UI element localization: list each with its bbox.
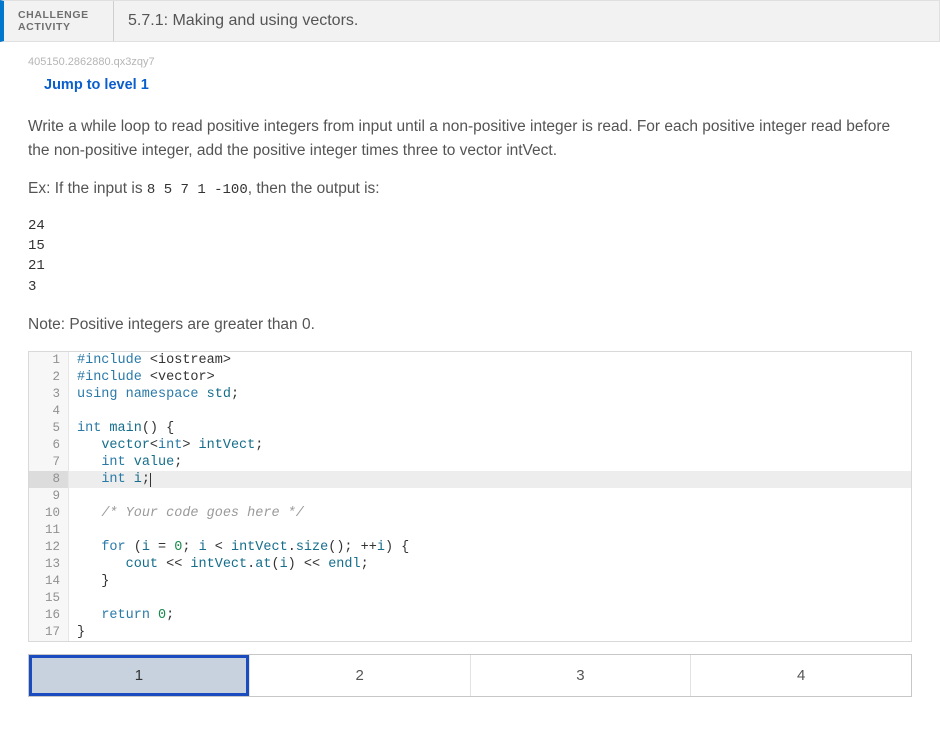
level-button-3[interactable]: 3 [471,655,692,696]
code-line[interactable]: 1#include <iostream> [29,352,911,369]
code-line[interactable]: 2#include <vector> [29,369,911,386]
jump-to-level-link[interactable]: Jump to level 1 [44,77,149,93]
line-number: 10 [29,505,69,522]
code-content[interactable]: vector<int> intVect; [69,437,911,454]
code-line[interactable]: 17} [29,624,911,641]
text-cursor [150,473,151,487]
code-line[interactable]: 13 cout << intVect.at(i) << endl; [29,556,911,573]
code-content[interactable]: int value; [69,454,911,471]
line-number: 3 [29,386,69,403]
code-content[interactable]: } [69,573,911,590]
code-editor[interactable]: 1#include <iostream>2#include <vector>3u… [28,351,912,642]
line-number: 4 [29,403,69,420]
line-number: 17 [29,624,69,641]
code-content[interactable]: for (i = 0; i < intVect.size(); ++i) { [69,539,911,556]
line-number: 2 [29,369,69,386]
code-content[interactable]: int i; [69,471,911,488]
code-content[interactable]: return 0; [69,607,911,624]
example-suffix: , then the output is: [248,180,380,197]
code-line[interactable]: 10 /* Your code goes here */ [29,505,911,522]
code-content[interactable]: #include <vector> [69,369,911,386]
example-prefix: Ex: If the input is [28,180,147,197]
challenge-title: 5.7.1: Making and using vectors. [114,1,372,41]
code-line[interactable]: 9 [29,488,911,505]
line-number: 1 [29,352,69,369]
badge-line1: CHALLENGE [18,9,99,21]
line-number: 11 [29,522,69,539]
code-content[interactable]: int main() { [69,420,911,437]
challenge-header: CHALLENGE ACTIVITY 5.7.1: Making and usi… [0,0,940,42]
challenge-badge: CHALLENGE ACTIVITY [4,1,114,41]
example-line: Ex: If the input is 8 5 7 1 -100, then t… [28,177,912,202]
code-content[interactable] [69,522,911,539]
problem-prompt: Write a while loop to read positive inte… [28,115,912,337]
code-line[interactable]: 7 int value; [29,454,911,471]
code-line[interactable]: 6 vector<int> intVect; [29,437,911,454]
line-number: 13 [29,556,69,573]
activity-hash: 405150.2862880.qx3zqy7 [28,56,912,68]
example-input: 8 5 7 1 -100 [147,182,248,198]
line-number: 6 [29,437,69,454]
line-number: 15 [29,590,69,607]
code-content[interactable]: #include <iostream> [69,352,911,369]
code-line[interactable]: 4 [29,403,911,420]
code-line[interactable]: 11 [29,522,911,539]
example-output: 24 15 21 3 [28,216,912,297]
line-number: 7 [29,454,69,471]
line-number: 14 [29,573,69,590]
line-number: 9 [29,488,69,505]
code-content[interactable] [69,488,911,505]
level-selector: 1234 [28,654,912,697]
prompt-paragraph: Write a while loop to read positive inte… [28,115,912,163]
code-content[interactable] [69,590,911,607]
code-content[interactable]: cout << intVect.at(i) << endl; [69,556,911,573]
code-line[interactable]: 16 return 0; [29,607,911,624]
code-content[interactable]: } [69,624,911,641]
level-button-2[interactable]: 2 [250,655,471,696]
code-line[interactable]: 12 for (i = 0; i < intVect.size(); ++i) … [29,539,911,556]
code-content[interactable] [69,403,911,420]
line-number: 12 [29,539,69,556]
badge-line2: ACTIVITY [18,21,99,33]
line-number: 16 [29,607,69,624]
prompt-note: Note: Positive integers are greater than… [28,313,912,337]
code-content[interactable]: using namespace std; [69,386,911,403]
code-content[interactable]: /* Your code goes here */ [69,505,911,522]
code-line[interactable]: 15 [29,590,911,607]
content-area: 405150.2862880.qx3zqy7 Jump to level 1 W… [0,50,940,697]
level-button-1[interactable]: 1 [29,655,250,696]
code-line[interactable]: 14 } [29,573,911,590]
line-number: 8 [29,471,69,488]
level-button-4[interactable]: 4 [691,655,911,696]
code-line[interactable]: 3using namespace std; [29,386,911,403]
code-line[interactable]: 5int main() { [29,420,911,437]
code-line[interactable]: 8 int i; [29,471,911,488]
line-number: 5 [29,420,69,437]
